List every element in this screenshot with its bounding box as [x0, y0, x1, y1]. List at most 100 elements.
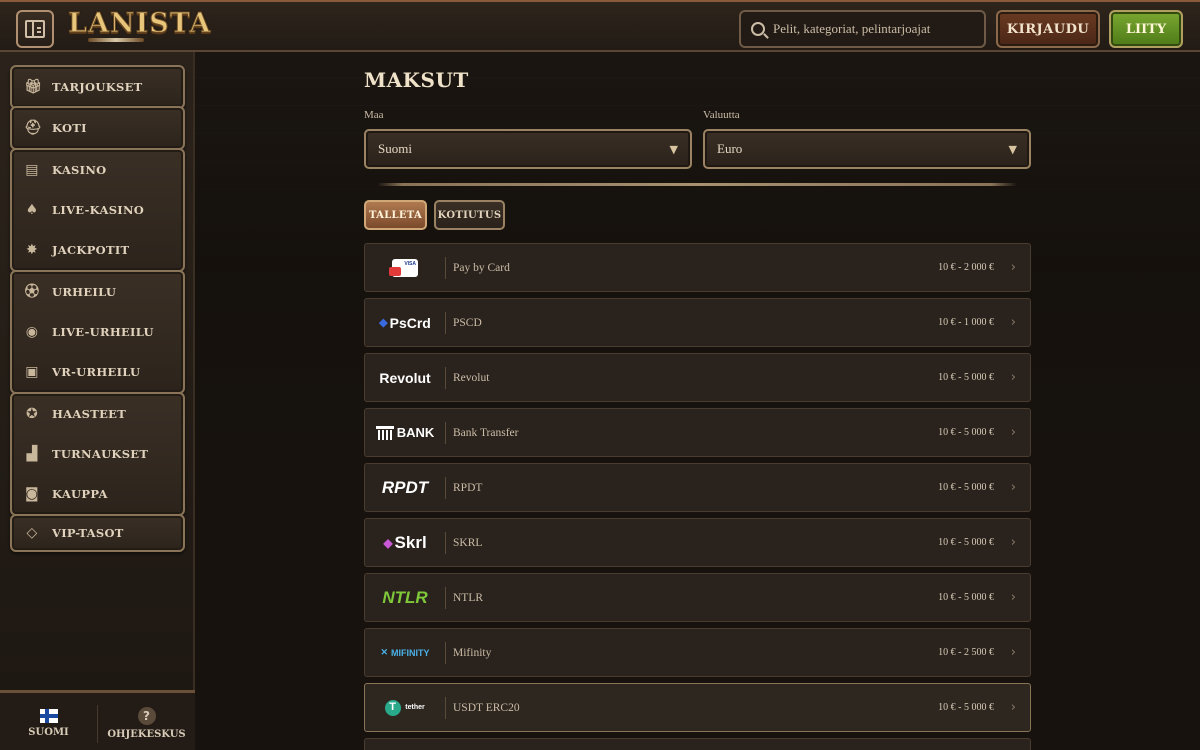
payment-method-range: 10 € - 5 000 € — [938, 482, 994, 493]
gift-icon: 🎁︎ — [24, 79, 43, 95]
payment-method-name: USDT ERC20 — [453, 701, 520, 714]
sidebar-item-challenges[interactable]: ✪ HAASTEET — [12, 394, 183, 434]
sidebar-item-live-casino[interactable]: ♠ LIVE-KASINO — [12, 190, 183, 230]
payment-method-row-partial[interactable] — [364, 738, 1031, 750]
podium-icon: ▟ — [26, 446, 38, 462]
help-center-link[interactable]: ? OHJEKESKUS — [98, 693, 195, 750]
payment-method-row[interactable]: ✕ MIFINITY Mifinity 10 € - 2 500 € › — [364, 628, 1031, 677]
tab-deposit[interactable]: TALLETA — [364, 200, 427, 230]
chevron-right-icon: › — [1010, 260, 1016, 275]
sidebar: 🎁︎ TARJOUKSET ⛑︎ KOTI ▤ KASINO ♠ LIVE-KA… — [0, 52, 195, 750]
nav-group-home: ⛑︎ KOTI — [10, 106, 185, 150]
search-bar[interactable] — [739, 10, 986, 48]
page-title: MAKSUT — [364, 68, 469, 92]
sidebar-item-home[interactable]: ⛑︎ KOTI — [12, 108, 183, 148]
row-separator — [445, 476, 446, 499]
help-label: OHJEKESKUS — [107, 728, 186, 740]
tether-logo: tether — [365, 684, 445, 731]
sidebar-item-label: HAASTEET — [52, 407, 127, 421]
ball-icon: ⚽︎ — [24, 284, 40, 300]
sidebar-item-live-sports[interactable]: ◉ LIVE-URHEILU — [12, 312, 183, 352]
payment-method-range: 10 € - 5 000 € — [938, 702, 994, 713]
sidebar-item-label: KOTI — [52, 121, 87, 135]
sidebar-item-label: JACKPOTIT — [52, 243, 130, 257]
finland-flag-icon — [39, 708, 58, 723]
sidebar-item-label: LIVE-URHEILU — [52, 325, 154, 339]
sidebar-item-jackpots[interactable]: ✸ JACKPOTIT — [12, 230, 183, 270]
payment-method-row[interactable]: RPDT RPDT 10 € - 5 000 € › — [364, 463, 1031, 512]
revolut-logo: Revolut — [379, 369, 431, 386]
row-separator — [445, 531, 446, 554]
chevron-right-icon: › — [1010, 370, 1016, 385]
payment-method-name: Pay by Card — [453, 261, 510, 274]
sidebar-item-sports[interactable]: ⚽︎ URHEILU — [12, 272, 183, 312]
payment-method-list: Pay by Card 10 € - 2 000 € › ◆PsCrd PSCD… — [364, 243, 1031, 750]
nav-group-sports: ⚽︎ URHEILU ◉ LIVE-URHEILU ▣ VR-URHEILU — [10, 270, 185, 394]
payment-method-range: 10 € - 5 000 € — [938, 592, 994, 603]
payment-method-row[interactable]: ◆ PsCrd PSCD 10 € - 1 000 € › — [364, 298, 1031, 347]
payment-method-row[interactable]: ◆ Skrl SKRL 10 € - 5 000 € › — [364, 518, 1031, 567]
payment-method-name: RPDT — [453, 481, 483, 494]
payment-method-range: 10 € - 5 000 € — [938, 537, 994, 548]
chevron-right-icon: › — [1010, 315, 1016, 330]
bank-icon — [375, 425, 394, 440]
join-button[interactable]: LIITY — [1109, 10, 1183, 48]
sidebar-item-casino[interactable]: ▤ KASINO — [12, 150, 183, 190]
payment-method-row[interactable]: Pay by Card 10 € - 2 000 € › — [364, 243, 1031, 292]
sidebar-item-vip[interactable]: ◇ VIP-TASOT — [12, 516, 183, 550]
row-separator — [445, 366, 446, 389]
skrl-logo: ◆ Skrl — [383, 532, 427, 552]
payment-method-range: 10 € - 2 500 € — [938, 647, 994, 658]
currency-select[interactable]: Euro ▼ — [703, 129, 1031, 169]
sidebar-item-offers[interactable]: 🎁︎ TARJOUKSET — [12, 67, 183, 107]
chevron-right-icon: › — [1010, 590, 1016, 605]
helmet-icon: ⛑︎ — [24, 120, 43, 136]
sidebar-item-tournaments[interactable]: ▟ TURNAUKSET — [12, 434, 183, 474]
country-label: Maa — [364, 109, 384, 121]
rpdt-logo: RPDT — [381, 477, 429, 497]
login-button[interactable]: KIRJAUDU — [996, 10, 1100, 48]
row-separator — [445, 421, 446, 444]
sidebar-item-label: TARJOUKSET — [52, 80, 143, 94]
star-icon: ✸ — [25, 242, 39, 258]
payment-method-row[interactable]: tether USDT ERC20 10 € - 5 000 € › — [364, 683, 1031, 732]
help-icon: ? — [137, 706, 156, 725]
country-value: Suomi — [378, 141, 412, 156]
payment-method-range: 10 € - 1 000 € — [938, 317, 994, 328]
sidebar-item-label: URHEILU — [52, 285, 117, 299]
row-separator — [445, 586, 446, 609]
row-separator — [445, 641, 446, 664]
vr-icon: ▣ — [25, 364, 39, 380]
chevron-right-icon: › — [1010, 535, 1016, 550]
logo-sword-icon — [88, 38, 144, 42]
payment-method-range: 10 € - 5 000 € — [938, 372, 994, 383]
slot-machine-icon: ▤ — [25, 162, 39, 178]
sidebar-item-shop[interactable]: ◙ KAUPPA — [12, 474, 183, 514]
sidebar-item-vr-sports[interactable]: ▣ VR-URHEILU — [12, 352, 183, 392]
tab-withdraw[interactable]: KOTIUTUS — [434, 200, 505, 230]
payment-method-row[interactable]: BANK Bank Transfer 10 € - 5 000 € › — [364, 408, 1031, 457]
chevron-right-icon: › — [1010, 425, 1016, 440]
chevron-right-icon: › — [1010, 700, 1016, 715]
menu-icon — [25, 20, 45, 38]
menu-toggle-button[interactable] — [16, 10, 54, 48]
payment-method-range: 10 € - 5 000 € — [938, 427, 994, 438]
currency-value: Euro — [717, 141, 743, 156]
bank-logo: BANK — [365, 409, 445, 456]
cards-icon: ♠ — [25, 202, 39, 218]
search-input[interactable] — [773, 21, 973, 37]
row-separator — [445, 256, 446, 279]
language-selector[interactable]: SUOMI — [0, 693, 97, 750]
sidebar-item-label: LIVE-KASINO — [52, 203, 145, 217]
chevron-down-icon: ▼ — [669, 143, 678, 156]
currency-label: Valuutta — [703, 109, 740, 121]
payment-method-name: SKRL — [453, 536, 483, 549]
card-logo-icon — [365, 244, 445, 291]
ntlr-logo: NTLR — [382, 587, 428, 607]
mifinity-logo: ✕ MIFINITY — [380, 647, 430, 658]
nav-group-vip: ◇ VIP-TASOT — [10, 514, 185, 552]
payment-method-row[interactable]: Revolut Revolut 10 € - 5 000 € › — [364, 353, 1031, 402]
payment-method-name: Bank Transfer — [453, 426, 519, 439]
payment-method-row[interactable]: NTLR NTLR 10 € - 5 000 € › — [364, 573, 1031, 622]
country-select[interactable]: Suomi ▼ — [364, 129, 692, 169]
